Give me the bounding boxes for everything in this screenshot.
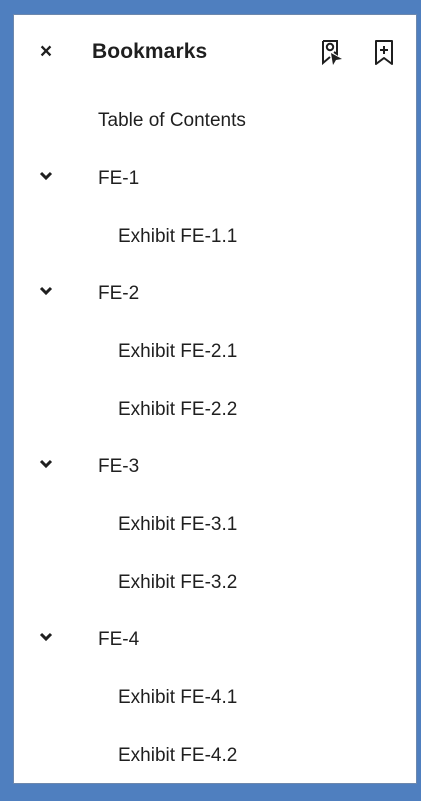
bookmark-item-exhibit-fe-3-2[interactable]: Exhibit FE-3.2 bbox=[14, 563, 416, 603]
bookmark-item-exhibit-fe-4-1[interactable]: Exhibit FE-4.1 bbox=[14, 678, 416, 718]
bookmark-item-exhibit-fe-3-1[interactable]: Exhibit FE-3.1 bbox=[14, 505, 416, 545]
bookmark-item-table-of-contents[interactable]: Table of Contents bbox=[14, 101, 416, 141]
chevron-down-icon[interactable] bbox=[38, 456, 54, 472]
panel-header: × Bookmarks bbox=[14, 15, 416, 85]
chevron-down-icon[interactable] bbox=[38, 168, 54, 184]
bookmarks-panel: × Bookmarks Table of Contents FE-1 Exhib… bbox=[13, 14, 417, 784]
bookmark-label: Exhibit FE-3.2 bbox=[118, 572, 238, 593]
find-current-bookmark-button[interactable] bbox=[320, 39, 344, 67]
chevron-down-icon[interactable] bbox=[38, 283, 54, 299]
panel-title: Bookmarks bbox=[92, 40, 208, 63]
bookmark-item-fe-4[interactable]: FE-4 bbox=[14, 620, 416, 660]
bookmark-label: Exhibit FE-3.1 bbox=[118, 514, 238, 535]
bookmark-label: FE-3 bbox=[98, 456, 140, 477]
bookmark-label: Exhibit FE-2.2 bbox=[118, 399, 238, 420]
find-bookmark-icon bbox=[322, 40, 342, 66]
bookmark-label: Exhibit FE-2.1 bbox=[118, 341, 238, 362]
bookmark-item-fe-1[interactable]: FE-1 bbox=[14, 159, 416, 199]
bookmark-label: Exhibit FE-1.1 bbox=[118, 226, 238, 247]
bookmark-label: Exhibit FE-4.1 bbox=[118, 687, 238, 708]
bookmark-label: Exhibit FE-4.2 bbox=[118, 745, 238, 766]
add-bookmark-icon bbox=[375, 40, 393, 65]
close-button[interactable]: × bbox=[36, 39, 56, 63]
bookmark-label: FE-4 bbox=[98, 629, 140, 650]
add-bookmark-button[interactable] bbox=[372, 39, 396, 67]
bookmark-item-exhibit-fe-1-1[interactable]: Exhibit FE-1.1 bbox=[14, 217, 416, 257]
bookmark-item-fe-2[interactable]: FE-2 bbox=[14, 274, 416, 314]
bookmark-label: FE-2 bbox=[98, 283, 140, 304]
chevron-down-icon[interactable] bbox=[38, 629, 54, 645]
bookmark-label: FE-1 bbox=[98, 168, 140, 189]
bookmark-label: Table of Contents bbox=[98, 110, 246, 131]
bookmark-item-exhibit-fe-4-2[interactable]: Exhibit FE-4.2 bbox=[14, 736, 416, 776]
bookmark-item-fe-3[interactable]: FE-3 bbox=[14, 447, 416, 487]
close-icon: × bbox=[39, 39, 53, 63]
bookmark-item-exhibit-fe-2-1[interactable]: Exhibit FE-2.1 bbox=[14, 332, 416, 372]
bookmark-item-exhibit-fe-2-2[interactable]: Exhibit FE-2.2 bbox=[14, 390, 416, 430]
